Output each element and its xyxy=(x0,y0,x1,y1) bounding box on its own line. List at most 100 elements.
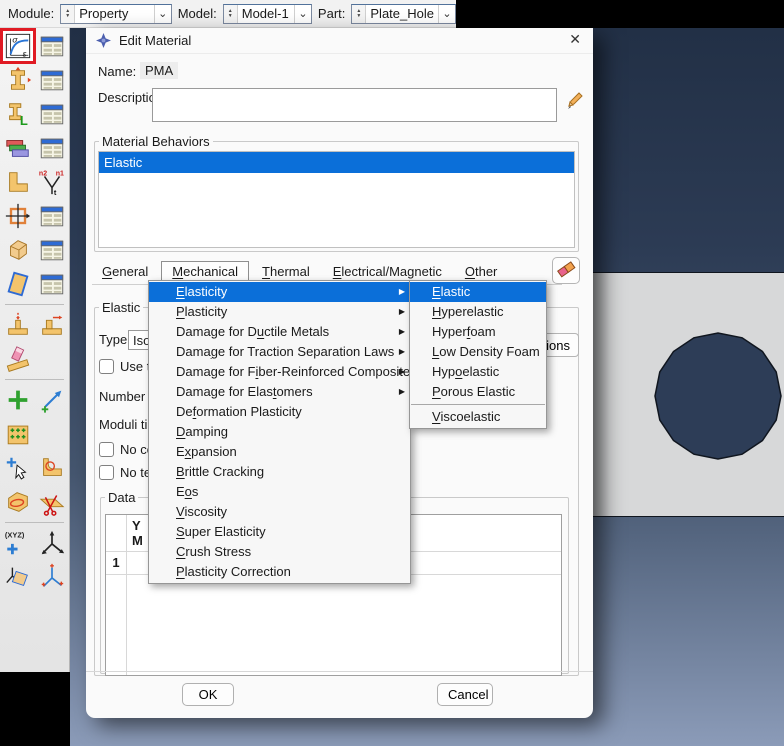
menu-label-post: lasticity Correction xyxy=(185,564,291,579)
cut-geometry-icon[interactable] xyxy=(37,487,67,517)
orientation-manager-icon[interactable] xyxy=(37,235,67,265)
menu-label-key: E xyxy=(176,284,185,299)
toolbox-row xyxy=(0,131,69,165)
spinner-icon[interactable]: ▲▼ xyxy=(352,5,366,23)
dialog-titlebar[interactable]: Edit Material ✕ xyxy=(86,28,593,54)
menubar-item-electrical-magnetic[interactable]: Electrical/Magnetic xyxy=(323,262,452,281)
create-datum-point-pattern-icon[interactable] xyxy=(3,419,33,449)
model-combo[interactable]: ▲▼ Model-1 ⌄ xyxy=(223,4,312,24)
material-behaviors-list[interactable]: Elastic xyxy=(98,151,575,248)
delete-skin-stringer-icon[interactable] xyxy=(3,344,33,374)
part-combo[interactable]: ▲▼ Plate_Hole ⌄ xyxy=(351,4,456,24)
checkbox-icon[interactable] xyxy=(99,442,114,457)
submenu-item-viscoelastic[interactable]: Viscoelastic xyxy=(410,407,546,427)
menu-item-deformation-plasticity[interactable]: Deformation Plasticity xyxy=(149,402,410,422)
submenu-item-porous-elastic[interactable]: Porous Elastic xyxy=(410,382,546,402)
menu-label-key: B xyxy=(176,464,185,479)
dropdown-icon[interactable]: ⌄ xyxy=(154,5,171,23)
menu-item-elasticity[interactable]: Elasticity▶ xyxy=(149,282,410,302)
datum-csys-3points-icon[interactable] xyxy=(37,562,67,592)
create-beam-profile-icon[interactable] xyxy=(3,167,33,197)
plate-hole-circle xyxy=(593,272,784,515)
spinner-icon[interactable]: ▲▼ xyxy=(61,5,75,23)
edit-vertex-icon[interactable] xyxy=(3,453,33,483)
composite-layup-manager-icon[interactable] xyxy=(37,133,67,163)
menu-item-damping[interactable]: Damping xyxy=(149,422,410,442)
svg-text:(XYZ): (XYZ) xyxy=(5,530,25,539)
material-manager-icon[interactable] xyxy=(37,31,67,61)
create-skin-icon[interactable] xyxy=(3,269,33,299)
toolbox-row xyxy=(0,560,69,594)
module-label: Module: xyxy=(8,6,54,21)
spinner-icon[interactable]: ▲▼ xyxy=(224,5,238,23)
toolbox-row xyxy=(0,451,69,485)
behavior-item-elastic[interactable]: Elastic xyxy=(99,152,574,173)
create-material-icon[interactable]: σε xyxy=(3,31,33,61)
menu-item-eos[interactable]: Eos xyxy=(149,482,410,502)
menu-label-post: oam xyxy=(470,324,495,339)
edit-description-icon[interactable] xyxy=(564,90,584,112)
menubar-item-thermal[interactable]: Thermal xyxy=(252,262,320,281)
description-input[interactable] xyxy=(152,88,557,122)
menu-item-plasticity[interactable]: Plasticity▶ xyxy=(149,302,410,322)
create-stringer-icon[interactable] xyxy=(37,310,67,340)
mechanical-menu: Elasticity▶Plasticity▶Damage for Ductile… xyxy=(148,280,411,584)
menu-item-plasticity-correction[interactable]: Plasticity Correction xyxy=(149,562,410,582)
module-combo[interactable]: ▲▼ Property ⌄ xyxy=(60,4,171,24)
create-datum-point-icon[interactable] xyxy=(3,385,33,415)
menubar-item-other[interactable]: Other xyxy=(455,262,508,281)
create-skin-stringer-icon[interactable] xyxy=(3,310,33,340)
menu-item-viscosity[interactable]: Viscosity xyxy=(149,502,410,522)
ok-button[interactable]: OK xyxy=(182,683,234,706)
create-partition-icon[interactable] xyxy=(3,487,33,517)
create-datum-plane-icon[interactable] xyxy=(3,562,33,592)
menubar-item-general[interactable]: General xyxy=(92,262,158,281)
submenu-item-hyperelastic[interactable]: Hyperelastic xyxy=(410,302,546,322)
menu-item-brittle-cracking[interactable]: Brittle Cracking xyxy=(149,462,410,482)
toolbox-row xyxy=(0,342,69,376)
cancel-button[interactable]: Cancel xyxy=(437,683,493,706)
assign-section-icon[interactable]: L xyxy=(3,99,33,129)
submenu-item-hyperfoam[interactable]: Hyperfoam xyxy=(410,322,546,342)
menubar-item-mechanical[interactable]: Mechanical xyxy=(161,261,249,282)
delete-behavior-button[interactable] xyxy=(552,257,580,284)
create-round-fillet-icon[interactable] xyxy=(37,453,67,483)
assign-rebar-orientation-icon[interactable] xyxy=(3,201,33,231)
submenu-item-elastic[interactable]: Elastic xyxy=(410,282,546,302)
section-assignment-manager-icon[interactable] xyxy=(37,99,67,129)
close-icon[interactable]: ✕ xyxy=(569,31,581,48)
model-value: Model-1 xyxy=(238,5,294,23)
checkbox-icon[interactable] xyxy=(99,465,114,480)
submenu-item-hypoelastic[interactable]: Hypoelastic xyxy=(410,362,546,382)
column-header-line2: M xyxy=(132,533,143,548)
checkbox-icon[interactable] xyxy=(99,359,114,374)
submenu-item-low-density-foam[interactable]: Low Density Foam xyxy=(410,342,546,362)
create-datum-csys-icon[interactable] xyxy=(37,528,67,558)
menu-label-key: C xyxy=(176,544,185,559)
abaqus-cae-screen: Module: ▲▼ Property ⌄ Model: ▲▼ Model-1 … xyxy=(0,0,784,746)
menu-label-post: ormation Plasticity xyxy=(196,404,301,419)
menu-label-post: rittle Cracking xyxy=(185,464,264,479)
datum-point-xyz-icon[interactable]: (XYZ) xyxy=(3,528,33,558)
toolbox-row xyxy=(0,233,69,267)
dropdown-icon[interactable]: ⌄ xyxy=(438,5,455,23)
menu-item-super-elasticity[interactable]: Super Elasticity xyxy=(149,522,410,542)
menu-item-damage-for-traction-separation-laws[interactable]: Damage for Traction Separation Laws▶ xyxy=(149,342,410,362)
skin-manager-icon[interactable] xyxy=(37,269,67,299)
create-section-icon[interactable] xyxy=(3,65,33,95)
menu-item-expansion[interactable]: Expansion xyxy=(149,442,410,462)
menu-item-crush-stress[interactable]: Crush Stress xyxy=(149,542,410,562)
toolbox-row: (XYZ) xyxy=(0,526,69,560)
assign-material-orientation-icon[interactable] xyxy=(3,235,33,265)
menu-item-damage-for-ductile-metals[interactable]: Damage for Ductile Metals▶ xyxy=(149,322,410,342)
dropdown-icon[interactable]: ⌄ xyxy=(294,5,311,23)
column-header-line1: Y xyxy=(132,518,143,533)
menu-item-damage-for-elastomers[interactable]: Damage for Elastomers▶ xyxy=(149,382,410,402)
assign-beam-orientation-icon[interactable]: n2n1t xyxy=(37,167,67,197)
section-manager-icon[interactable] xyxy=(37,65,67,95)
create-datum-axis-icon[interactable] xyxy=(37,385,67,415)
beam-profile-manager-icon[interactable] xyxy=(37,201,67,231)
menu-item-damage-for-fiber-reinforced-composites[interactable]: Damage for Fiber-Reinforced Composites▶ xyxy=(149,362,410,382)
menu-label-key: P xyxy=(176,304,185,319)
create-composite-layup-icon[interactable] xyxy=(3,133,33,163)
